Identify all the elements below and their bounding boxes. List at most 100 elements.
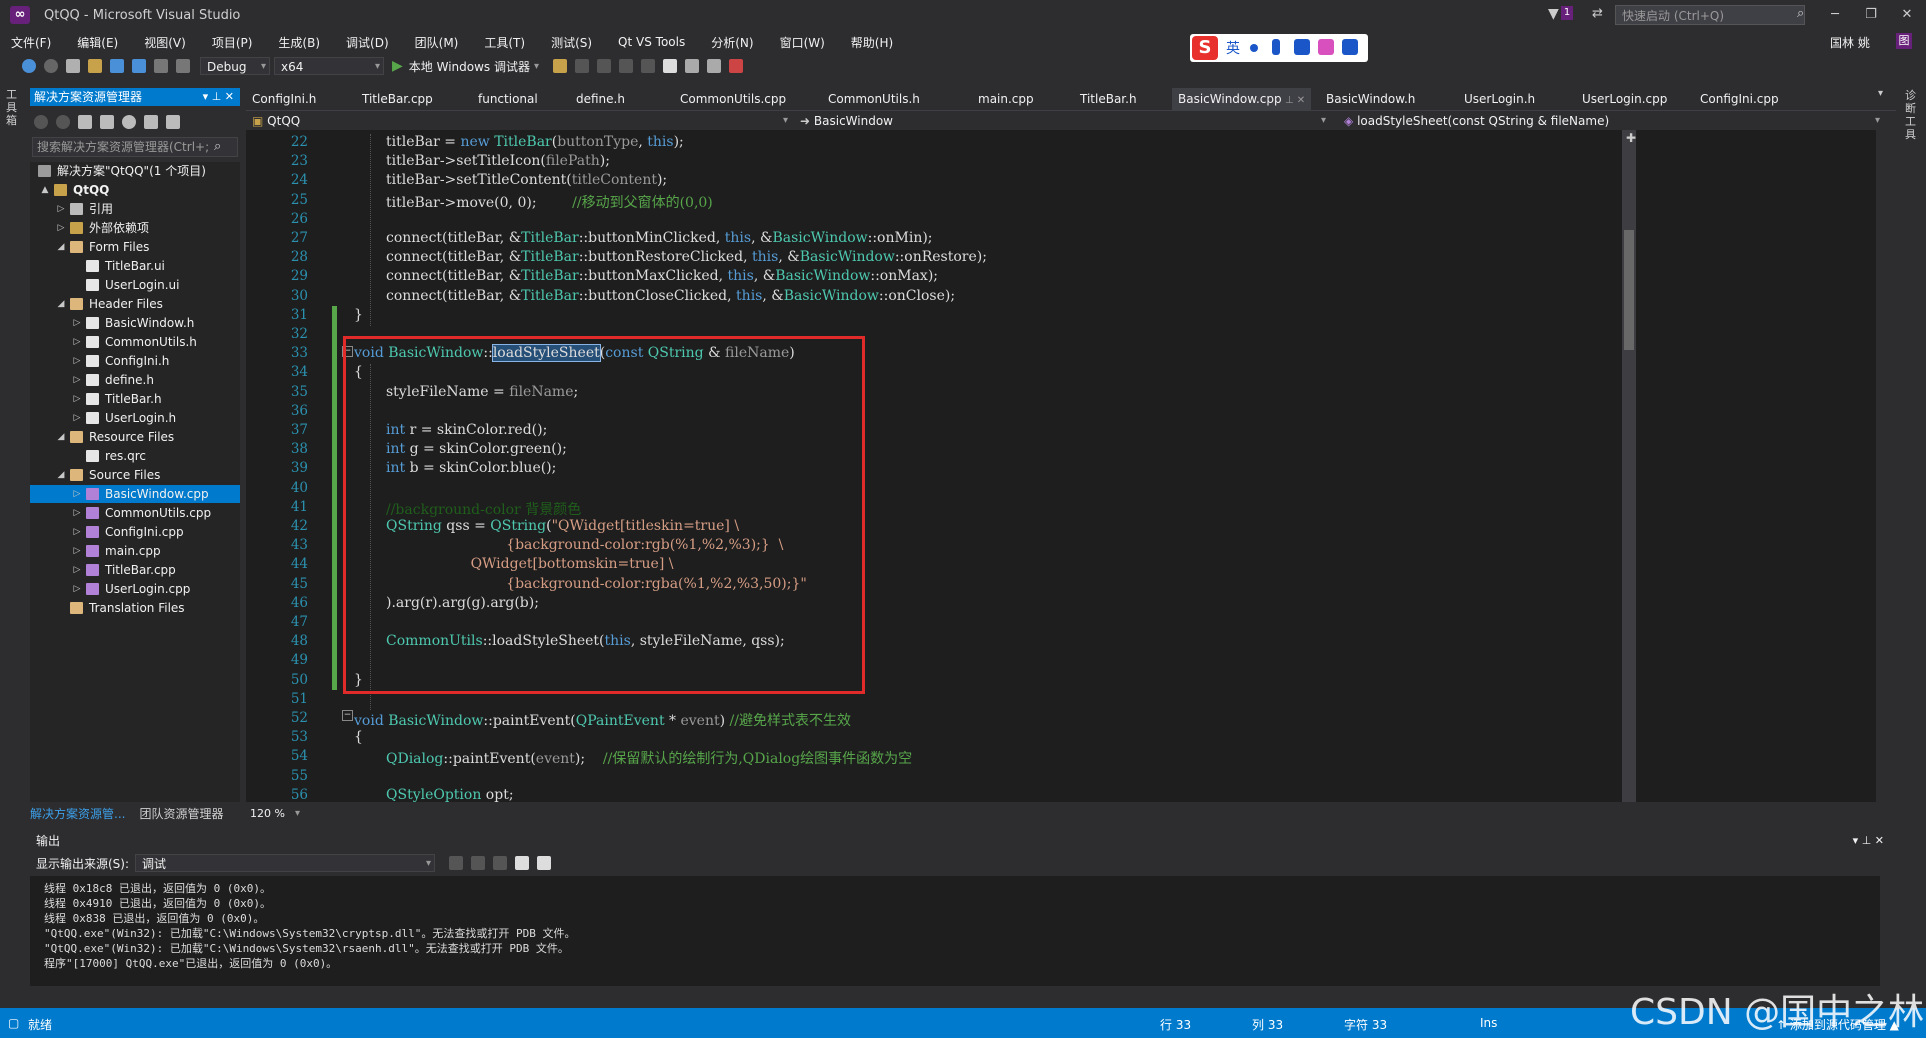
tree-item[interactable]: ▷ UserLogin.h: [30, 409, 240, 427]
punctuation-icon[interactable]: [1250, 44, 1258, 52]
forward-icon[interactable]: [44, 59, 58, 73]
back-icon[interactable]: [22, 59, 36, 73]
code-line[interactable]: QDialog::paintEvent(event); //保留默认的绘制行为,…: [386, 748, 912, 768]
code-line[interactable]: titleBar->setTitleIcon(filePath);: [386, 153, 610, 169]
tree-item[interactable]: ◢ Header Files: [30, 295, 240, 313]
toolbox-tab[interactable]: 工具箱: [6, 88, 20, 127]
keyboard-icon[interactable]: [1294, 39, 1310, 55]
tree-item[interactable]: ▷ ConfigIni.h: [30, 352, 240, 370]
save-all-icon[interactable]: [132, 59, 146, 73]
expander-icon[interactable]: ▲: [40, 181, 50, 195]
word-wrap-icon[interactable]: [537, 856, 552, 870]
tree-item[interactable]: ▷ 引用: [30, 200, 240, 218]
menu-file[interactable]: 文件(F): [11, 34, 51, 51]
open-file-icon[interactable]: [88, 59, 102, 73]
expander-icon[interactable]: ▷: [56, 200, 66, 214]
back-icon[interactable]: [34, 115, 48, 129]
skin-icon[interactable]: [1318, 39, 1334, 55]
output-horizontal-scrollbar[interactable]: [30, 986, 1890, 1002]
expander-icon[interactable]: ▷: [72, 333, 82, 347]
tree-item[interactable]: UserLogin.ui: [30, 276, 240, 294]
collapse-all-icon[interactable]: [166, 115, 180, 129]
output-source-select[interactable]: 调试: [135, 854, 436, 873]
menu-window[interactable]: 窗口(W): [780, 34, 825, 51]
code-line[interactable]: connect(titleBar, &TitleBar::buttonMaxCl…: [386, 268, 938, 284]
menu-debug[interactable]: 调试(D): [346, 34, 389, 51]
filter-icon[interactable]: ▼: [1548, 6, 1559, 22]
expander-icon[interactable]: ▷: [72, 561, 82, 575]
prev-message-icon[interactable]: [471, 856, 486, 870]
chevron-down-icon[interactable]: ▾: [534, 61, 539, 72]
editor-tab[interactable]: ConfigIni.h: [246, 88, 322, 110]
zoom-level-select[interactable]: 120 %: [250, 807, 285, 820]
tab-solution-explorer[interactable]: 解决方案资源管...: [30, 805, 125, 822]
user-avatar[interactable]: 图: [1896, 33, 1912, 49]
editor-tab[interactable]: BasicWindow.h: [1320, 88, 1421, 110]
tree-item[interactable]: ▷ UserLogin.cpp: [30, 580, 240, 598]
tree-item[interactable]: ▷ CommonUtils.cpp: [30, 504, 240, 522]
pending-changes-icon[interactable]: [122, 115, 136, 129]
menu-help[interactable]: 帮助(H): [851, 34, 893, 51]
scrollbar-thumb[interactable]: [1624, 230, 1634, 350]
tree-item[interactable]: res.qrc: [30, 447, 240, 465]
minimize-button[interactable]: ─: [1820, 5, 1850, 25]
tree-item[interactable]: ◢ Resource Files: [30, 428, 240, 446]
panel-options-icon[interactable]: ▾ ⊥ ✕: [1853, 834, 1884, 847]
microphone-icon[interactable]: [1272, 39, 1280, 55]
switch-views-icon[interactable]: [100, 115, 114, 129]
expander-icon[interactable]: ▷: [56, 219, 66, 233]
redo-icon[interactable]: [176, 59, 190, 73]
tab-team-explorer[interactable]: 团队资源管理器: [139, 805, 223, 822]
tab-overflow-icon[interactable]: ▾: [1878, 88, 1883, 99]
tree-item[interactable]: 解决方案"QtQQ"(1 个项目): [30, 162, 240, 180]
home-icon[interactable]: [78, 115, 92, 129]
search-icon[interactable]: ⌕: [214, 139, 221, 154]
comment-icon[interactable]: [619, 59, 634, 73]
menu-analyze[interactable]: 分析(N): [711, 34, 753, 51]
bookmark-icon[interactable]: [663, 59, 678, 73]
uncomment-icon[interactable]: [641, 59, 656, 73]
align-right-icon[interactable]: [597, 59, 612, 73]
tree-item[interactable]: ▷ BasicWindow.cpp: [30, 485, 240, 503]
output-text[interactable]: 线程 0x18c8 已退出，返回值为 0 (0x0)。 线程 0x4910 已退出…: [30, 876, 1880, 986]
notification-count[interactable]: 1: [1561, 6, 1573, 20]
solution-platform-select[interactable]: x64: [274, 57, 384, 76]
tree-item[interactable]: ▷ main.cpp: [30, 542, 240, 560]
menu-view[interactable]: 视图(V): [144, 34, 186, 51]
find-message-icon[interactable]: [449, 856, 464, 870]
editor-tab[interactable]: UserLogin.h: [1458, 88, 1541, 110]
prev-bookmark-icon[interactable]: [685, 59, 700, 73]
search-icon[interactable]: ⌕: [1797, 6, 1804, 21]
menu-qt-vs-tools[interactable]: Qt VS Tools: [618, 35, 685, 49]
expander-icon[interactable]: ◢: [56, 295, 66, 309]
toolbox-grid-icon[interactable]: [1342, 39, 1358, 55]
tree-item[interactable]: TitleBar.ui: [30, 257, 240, 275]
expander-icon[interactable]: ▷: [72, 390, 82, 404]
tree-item[interactable]: ▷ BasicWindow.h: [30, 314, 240, 332]
code-line[interactable]: connect(titleBar, &TitleBar::buttonMinCl…: [386, 230, 933, 246]
code-line[interactable]: titleBar->move(0, 0); //移动到父窗体的(0,0): [386, 192, 713, 212]
tree-item[interactable]: ◢ Source Files: [30, 466, 240, 484]
attach-icon[interactable]: [553, 59, 568, 73]
editor-tab[interactable]: UserLogin.cpp: [1576, 88, 1673, 110]
expander-icon[interactable]: ▷: [72, 504, 82, 518]
expander-icon[interactable]: ▷: [72, 314, 82, 328]
expander-icon[interactable]: ▷: [72, 485, 82, 499]
expander-icon[interactable]: ▷: [72, 523, 82, 537]
panel-options-icon[interactable]: ▾ ⊥ ✕: [203, 88, 234, 106]
clear-all-icon[interactable]: [515, 856, 530, 870]
tree-item[interactable]: ▷ CommonUtils.h: [30, 333, 240, 351]
menu-team[interactable]: 团队(M): [415, 34, 459, 51]
project-dropdown[interactable]: ▣ QtQQ ▾: [252, 112, 792, 130]
new-project-icon[interactable]: [66, 59, 80, 73]
expander-icon[interactable]: ▷: [72, 542, 82, 556]
menu-tools[interactable]: 工具(T): [484, 34, 525, 51]
editor-tab[interactable]: define.h: [570, 88, 631, 110]
close-button[interactable]: ✕: [1892, 5, 1922, 25]
code-line[interactable]: QStyleOption opt;: [386, 787, 514, 802]
code-line[interactable]: void BasicWindow::paintEvent(QPaintEvent…: [354, 710, 851, 730]
editor-tab[interactable]: functional: [472, 88, 544, 110]
menu-build[interactable]: 生成(B): [278, 34, 320, 51]
tree-item[interactable]: ▷ TitleBar.cpp: [30, 561, 240, 579]
tree-item[interactable]: Translation Files: [30, 599, 240, 617]
